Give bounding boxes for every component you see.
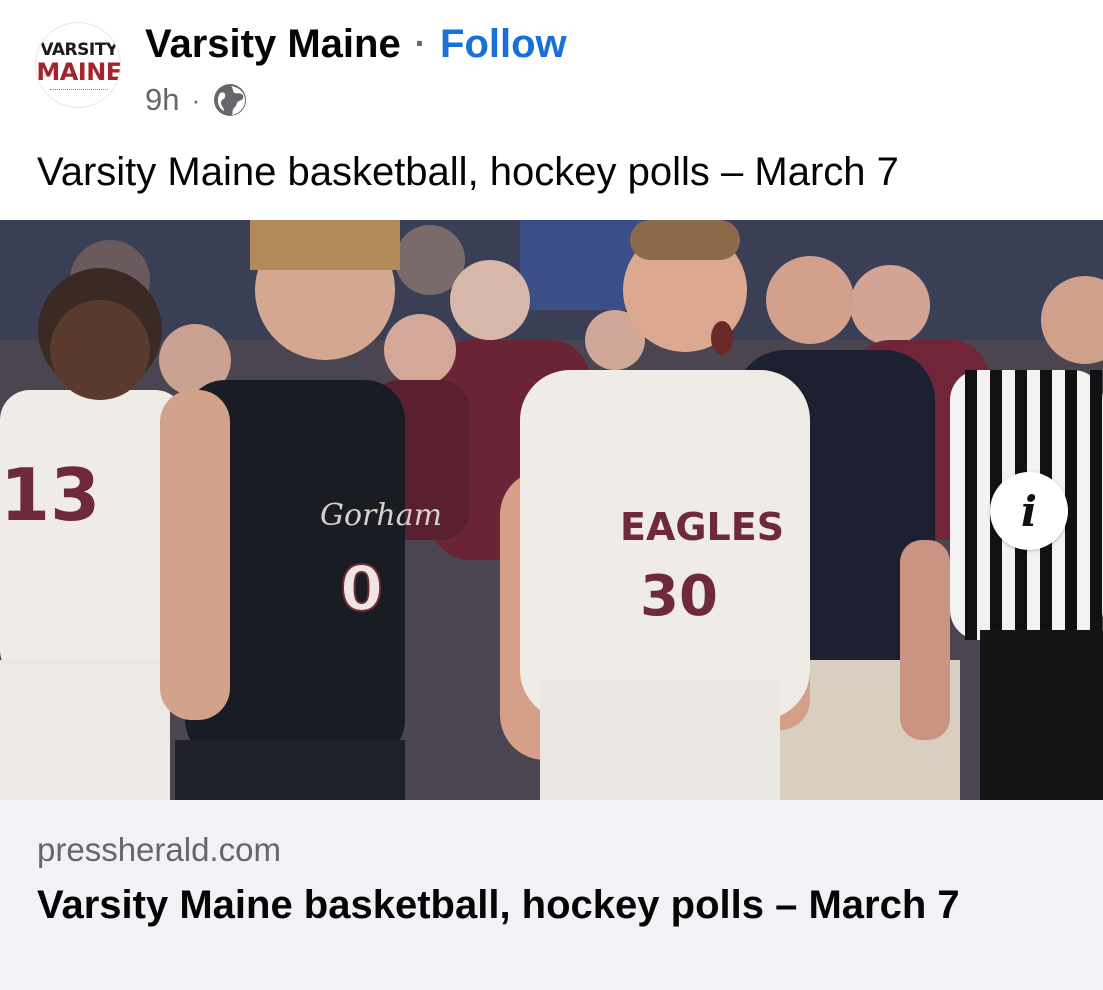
page-name-row: Varsity Maine · Follow: [145, 20, 567, 68]
info-icon[interactable]: i: [990, 472, 1068, 550]
post-header: VARSITY MAINE Varsity Maine · Follow 9h …: [0, 0, 1103, 130]
meta-separator: ·: [191, 84, 201, 115]
globe-icon: [212, 82, 248, 118]
dark-jersey-number: 0: [340, 552, 383, 625]
dark-jersey-team: Gorham: [320, 498, 442, 533]
follow-button[interactable]: Follow: [440, 22, 567, 67]
post-caption: Varsity Maine basketball, hockey polls –…: [37, 150, 899, 194]
link-title[interactable]: Varsity Maine basketball, hockey polls –…: [37, 880, 1077, 930]
logo-maine-text: MAINE: [36, 58, 121, 86]
page-name[interactable]: Varsity Maine: [145, 22, 401, 67]
logo-tagline: [50, 89, 108, 91]
logo-varsity-text: VARSITY: [40, 40, 118, 60]
facebook-post: VARSITY MAINE Varsity Maine · Follow 9h …: [0, 0, 1103, 990]
left-jersey-number: 13: [0, 453, 100, 537]
center-jersey-number: 30: [640, 564, 718, 629]
name-separator: ·: [414, 24, 427, 63]
page-avatar[interactable]: VARSITY MAINE: [35, 22, 121, 108]
post-photo[interactable]: 13 Gorham 0 EAGLES 30 i: [0, 220, 1103, 800]
link-domain: pressherald.com: [37, 831, 281, 868]
post-meta: 9h ·: [145, 80, 248, 120]
center-jersey-team: EAGLES: [620, 505, 784, 549]
basketball-photo-illustration: 13 Gorham 0 EAGLES 30: [0, 220, 1103, 800]
post-timestamp[interactable]: 9h: [145, 82, 179, 118]
